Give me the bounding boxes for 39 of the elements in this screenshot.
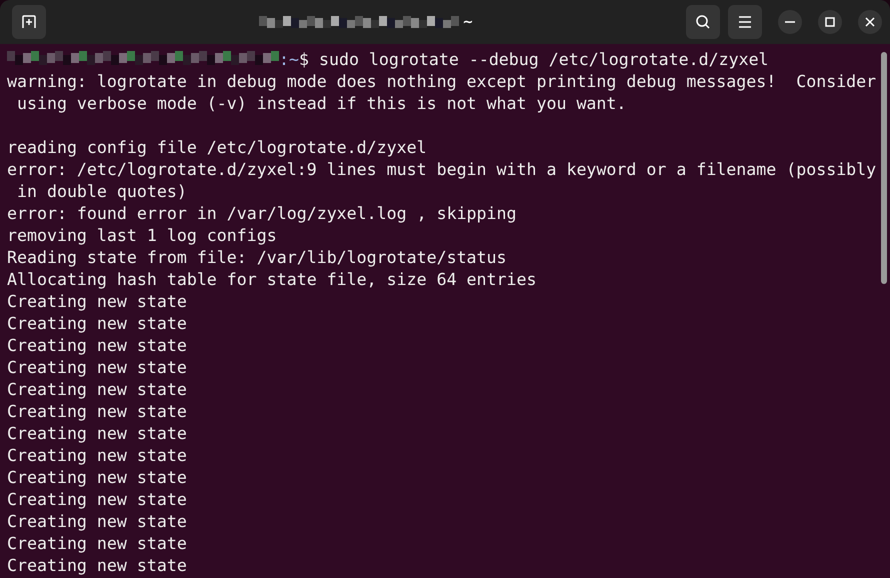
output-line: Creating new state	[7, 358, 187, 377]
close-icon	[865, 17, 875, 27]
menu-button[interactable]	[728, 5, 762, 39]
maximize-button[interactable]	[818, 10, 842, 34]
prompt-path: :~	[279, 50, 299, 69]
output-line: in double quotes)	[16, 182, 187, 201]
output-line: Creating new state	[7, 424, 187, 443]
prompt-symbol: $	[298, 50, 309, 69]
output-line: Creating new state	[7, 314, 187, 333]
command-text: sudo logrotate --debug /etc/logrotate.d/zyxel	[318, 50, 769, 69]
minimize-icon	[785, 21, 795, 23]
menu-icon	[738, 16, 752, 28]
scrollbar[interactable]	[881, 52, 887, 284]
output-line: Allocating hash table for state file, size 64 entries	[7, 270, 536, 289]
new-tab-button[interactable]	[12, 5, 46, 39]
output-line: Creating new state	[7, 490, 187, 509]
output-line: using verbose mode (-v) instead if this is not what you want.	[16, 94, 626, 113]
output-line: warning: logrotate in debug mode does nothing except printing debug messages! Consider	[7, 72, 876, 91]
output-line: Creating new state	[7, 446, 187, 465]
output-line: Creating new state	[7, 512, 187, 531]
output-line: removing last 1 log configs	[7, 226, 277, 245]
maximize-icon	[825, 17, 835, 27]
output-line: Creating new state	[7, 380, 187, 399]
output-line: Reading state from file: /var/lib/logrotate/status	[7, 248, 507, 267]
output-line: Creating new state	[7, 534, 187, 553]
search-icon	[695, 14, 711, 30]
output-line: error: /etc/logrotate.d/zyxel:9 lines must begin with a keyword or a filename (possibly	[7, 160, 876, 179]
output-line: Creating new state	[7, 556, 187, 575]
output-line: Creating new state	[7, 292, 187, 311]
window-title: ~	[462, 14, 474, 30]
new-tab-icon	[21, 14, 37, 30]
minimize-button[interactable]	[778, 10, 802, 34]
output-line: Creating new state	[7, 336, 187, 355]
close-button[interactable]	[858, 10, 882, 34]
output-line: error: found error in /var/log/zyxel.log , skipping	[7, 204, 517, 223]
output-line: Creating new state	[7, 402, 187, 421]
output-line: Creating new state	[7, 468, 187, 487]
output-line: reading config file /etc/logrotate.d/zyxel	[7, 138, 427, 157]
search-button[interactable]	[686, 5, 720, 39]
